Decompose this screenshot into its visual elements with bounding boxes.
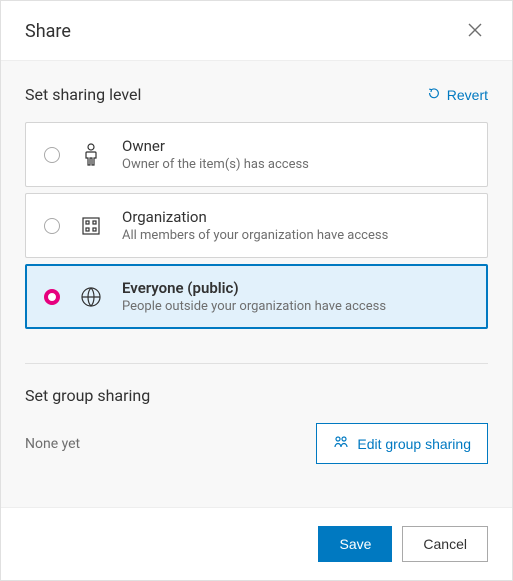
revert-label: Revert: [447, 87, 488, 103]
person-icon: [78, 142, 104, 168]
cancel-button[interactable]: Cancel: [402, 526, 488, 562]
close-button[interactable]: [462, 17, 488, 46]
group-sharing-row: None yet Edit group sharing: [25, 423, 488, 464]
sharing-options: Owner Owner of the item(s) has access Or…: [25, 122, 488, 329]
group-sharing-title: Set group sharing: [25, 386, 488, 405]
revert-icon: [427, 86, 441, 103]
option-desc: All members of your organization have ac…: [122, 228, 388, 243]
option-text: Everyone (public) People outside your or…: [122, 279, 386, 314]
globe-icon: [78, 284, 104, 310]
radio-organization: [44, 218, 60, 234]
modal-footer: Save Cancel: [1, 507, 512, 580]
radio-everyone: [44, 289, 60, 305]
sharing-option-everyone[interactable]: Everyone (public) People outside your or…: [25, 264, 488, 329]
revert-button[interactable]: Revert: [427, 86, 488, 103]
option-title: Organization: [122, 208, 388, 226]
group-icon: [333, 434, 349, 453]
share-modal: Share Set sharing level Revert: [0, 0, 513, 581]
save-button[interactable]: Save: [318, 526, 392, 562]
edit-group-sharing-button[interactable]: Edit group sharing: [316, 423, 488, 464]
edit-group-label: Edit group sharing: [357, 436, 471, 452]
modal-header: Share: [1, 1, 512, 61]
organization-icon: [78, 213, 104, 239]
group-sharing-status: None yet: [25, 436, 80, 452]
option-text: Organization All members of your organiz…: [122, 208, 388, 243]
option-text: Owner Owner of the item(s) has access: [122, 137, 309, 172]
sharing-level-title: Set sharing level: [25, 85, 141, 104]
close-icon: [466, 21, 484, 42]
sharing-level-header: Set sharing level Revert: [25, 85, 488, 104]
option-title: Everyone (public): [122, 279, 386, 297]
section-divider: [25, 363, 488, 364]
option-desc: Owner of the item(s) has access: [122, 157, 309, 172]
radio-owner: [44, 147, 60, 163]
option-desc: People outside your organization have ac…: [122, 299, 386, 314]
modal-body: Set sharing level Revert Owner: [1, 61, 512, 507]
sharing-option-organization[interactable]: Organization All members of your organiz…: [25, 193, 488, 258]
modal-title: Share: [25, 21, 71, 42]
sharing-option-owner[interactable]: Owner Owner of the item(s) has access: [25, 122, 488, 187]
option-title: Owner: [122, 137, 309, 155]
